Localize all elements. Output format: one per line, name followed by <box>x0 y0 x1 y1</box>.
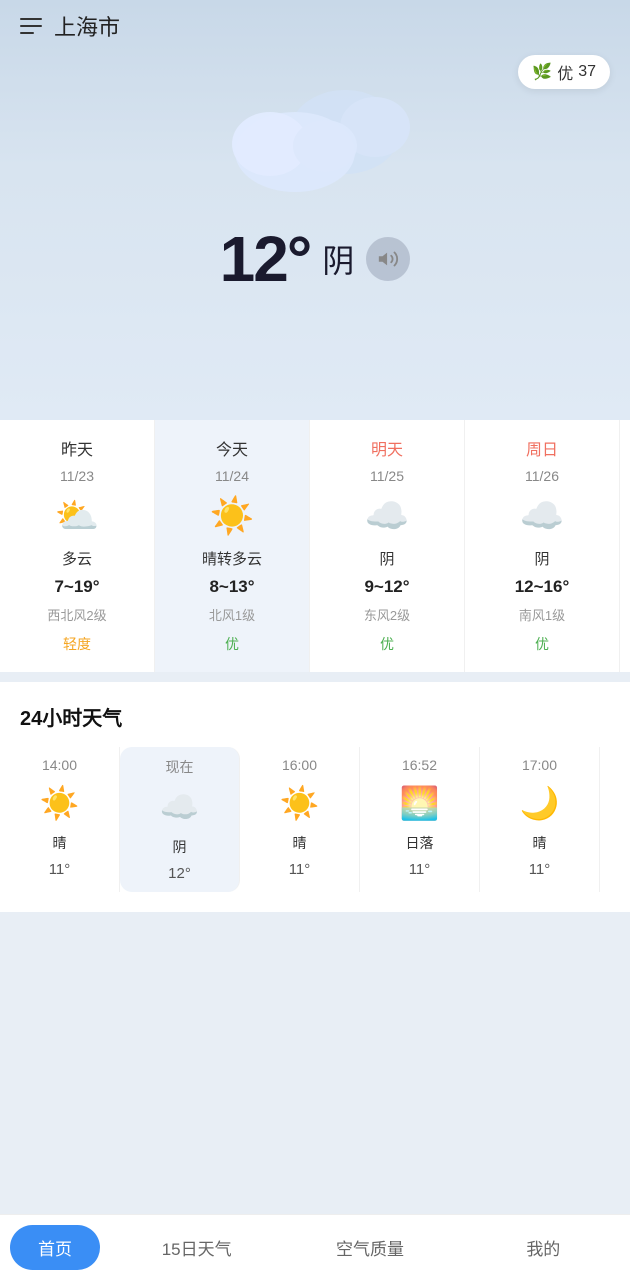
aqi-label: 优 <box>557 60 573 84</box>
current-condition: 阴 <box>322 236 354 282</box>
hour-weather-icon: 🌙 <box>518 781 562 825</box>
day-date: 11/25 <box>370 468 404 484</box>
aqi-value: 37 <box>578 63 596 81</box>
hour-card[interactable]: 16:00 ☀️ 晴 11° <box>240 747 360 892</box>
day-name: 今天 <box>216 436 248 460</box>
day-aqi: 轻度 <box>53 632 101 656</box>
day-weather-icon: ☁️ <box>363 492 411 540</box>
city-name: 上海市 <box>54 10 120 42</box>
day-condition: 晴转多云 <box>202 548 262 569</box>
hour-time: 16:00 <box>282 757 317 773</box>
hourly-section: 24小时天气 14:00 ☀️ 晴 11° 现在 ☁️ 阴 12° 16:00 … <box>0 682 630 912</box>
day-card[interactable]: 今天 11/24 ☀️ 晴转多云 8~13° 北风1级 优 <box>155 420 310 672</box>
nav-item-空气质量[interactable]: 空气质量 <box>283 1225 456 1270</box>
current-weather: 12° 阴 <box>20 222 610 296</box>
day-date: 11/26 <box>525 468 559 484</box>
daily-scroll[interactable]: 昨天 11/23 ⛅ 多云 7~19° 西北风2级 轻度 今天 11/24 ☀️… <box>0 420 630 672</box>
hour-condition: 晴 <box>53 833 67 853</box>
hour-condition: 晴 <box>533 833 547 853</box>
day-name: 周日 <box>526 436 558 460</box>
day-wind: 北风1级 <box>209 605 255 624</box>
day-temps: 12~16° <box>515 577 570 597</box>
hour-temp: 11° <box>409 861 431 878</box>
day-condition: 阴 <box>379 548 394 569</box>
day-card[interactable]: 明天 11/25 ☁️ 阴 9~12° 东风2级 优 <box>310 420 465 672</box>
nav-item-15日天气[interactable]: 15日天气 <box>110 1225 283 1270</box>
hourly-title: 24小时天气 <box>0 702 630 747</box>
hour-weather-icon: ☀️ <box>38 781 82 825</box>
day-aqi: 优 <box>215 632 249 656</box>
hour-condition: 日落 <box>406 833 434 853</box>
leaf-icon: 🌿 <box>532 62 552 82</box>
day-temps: 7~19° <box>54 577 99 597</box>
hero-section: 上海市 🌿 优 37 12° 阴 <box>0 0 630 420</box>
day-wind: 西北风2级 <box>47 605 106 624</box>
day-wind: 东风2级 <box>364 605 410 624</box>
hour-card[interactable]: 17:00 🌙 晴 11° <box>480 747 600 892</box>
day-weather-icon: ☁️ <box>518 492 566 540</box>
day-wind: 南风1级 <box>519 605 565 624</box>
day-condition: 阴 <box>534 548 549 569</box>
day-weather-icon: ☀️ <box>208 492 256 540</box>
day-weather-icon: ⛅ <box>53 492 101 540</box>
hour-time: 17:00 <box>522 757 557 773</box>
day-card[interactable]: 昨天 11/23 ⛅ 多云 7~19° 西北风2级 轻度 <box>0 420 155 672</box>
hour-condition: 阴 <box>173 837 187 857</box>
bottom-nav: 首页15日天气空气质量我的 <box>0 1214 630 1280</box>
hour-weather-icon: ☀️ <box>278 781 322 825</box>
current-temperature: 12° <box>220 222 311 296</box>
day-card[interactable]: 周日 11/26 ☁️ 阴 12~16° 南风1级 优 <box>465 420 620 672</box>
hour-card[interactable]: 14:00 ☀️ 晴 11° <box>0 747 120 892</box>
air-quality-badge[interactable]: 🌿 优 37 <box>518 55 610 89</box>
top-nav: 上海市 <box>20 0 610 42</box>
day-condition: 多云 <box>62 548 92 569</box>
hour-temp: 12° <box>168 865 191 882</box>
day-name: 明天 <box>371 436 403 460</box>
day-date: 11/24 <box>215 468 249 484</box>
hour-temp: 11° <box>49 861 71 878</box>
hour-weather-icon: 🌅 <box>398 781 442 825</box>
sound-button[interactable] <box>366 237 410 281</box>
hourly-scroll[interactable]: 14:00 ☀️ 晴 11° 现在 ☁️ 阴 12° 16:00 ☀️ 晴 11… <box>0 747 630 902</box>
nav-item-我的[interactable]: 我的 <box>457 1225 630 1270</box>
hour-condition: 晴 <box>293 833 307 853</box>
hour-weather-icon: ☁️ <box>158 785 202 829</box>
day-temps: 9~12° <box>364 577 409 597</box>
day-date: 11/23 <box>60 468 94 484</box>
day-name: 昨天 <box>61 436 93 460</box>
day-temps: 8~13° <box>209 577 254 597</box>
day-aqi: 优 <box>525 632 559 656</box>
hour-time: 现在 <box>166 757 194 777</box>
daily-forecast-section: 昨天 11/23 ⛅ 多云 7~19° 西北风2级 轻度 今天 11/24 ☀️… <box>0 420 630 672</box>
menu-button[interactable] <box>20 18 42 34</box>
hour-temp: 11° <box>289 861 311 878</box>
nav-item-首页[interactable]: 首页 <box>10 1225 100 1270</box>
cloud-illustration <box>20 72 610 202</box>
day-aqi: 优 <box>370 632 404 656</box>
hour-card[interactable]: 16:52 🌅 日落 11° <box>360 747 480 892</box>
hour-card[interactable]: 现在 ☁️ 阴 12° <box>120 747 240 892</box>
hour-temp: 11° <box>529 861 551 878</box>
hour-time: 14:00 <box>42 757 77 773</box>
hour-time: 16:52 <box>402 757 437 773</box>
